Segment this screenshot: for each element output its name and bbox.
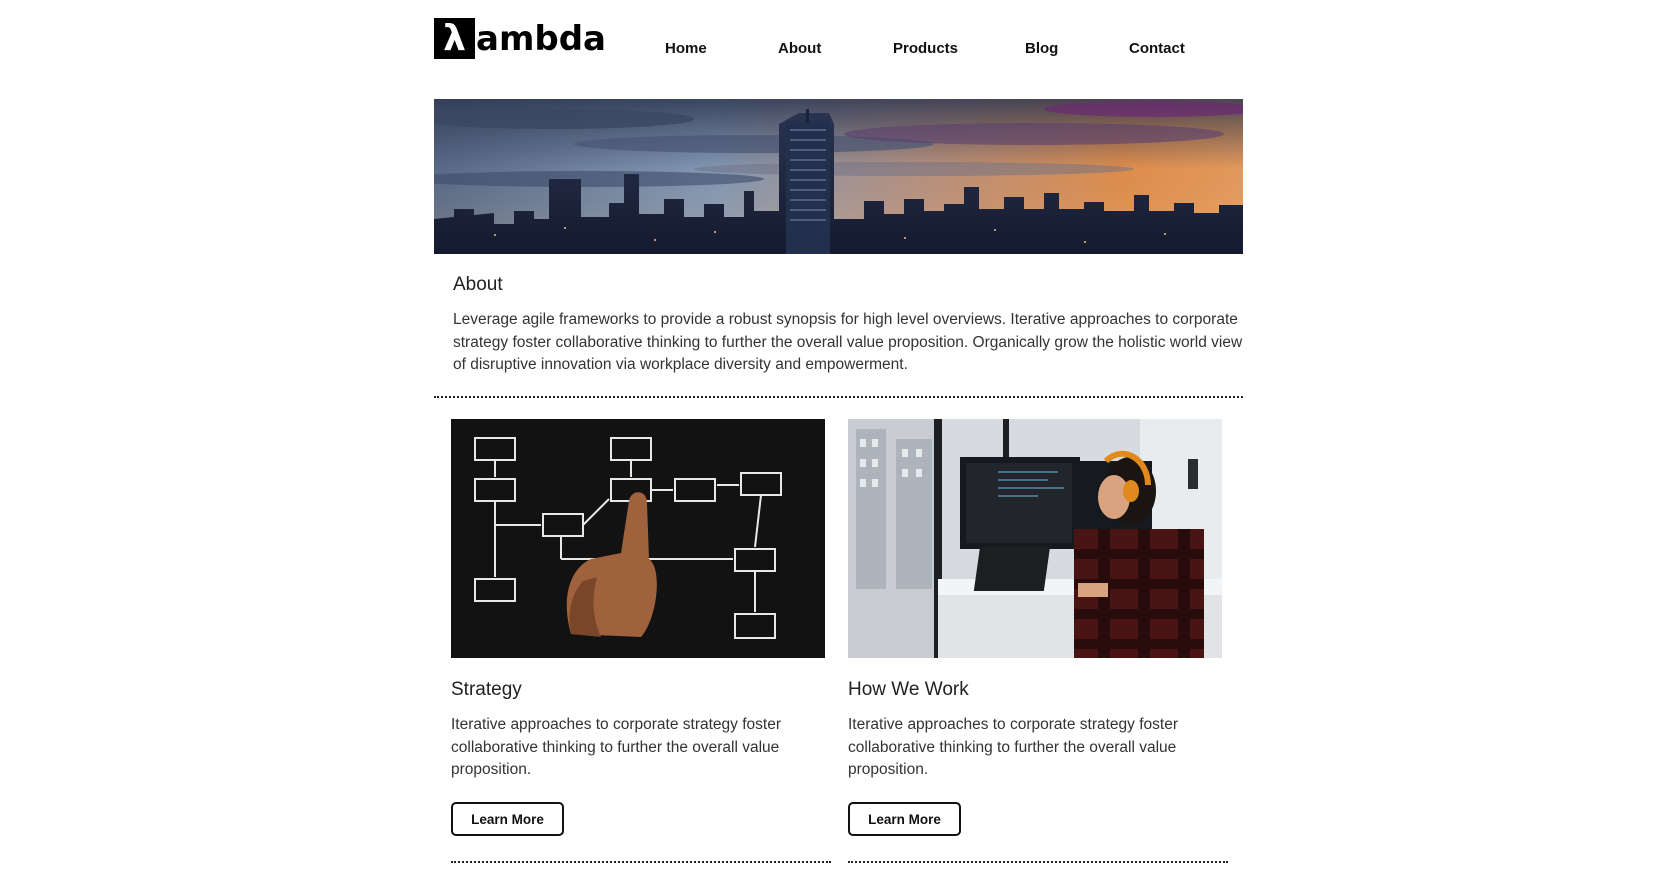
nav-item-blog[interactable]: Blog xyxy=(1025,40,1058,57)
brand-logo[interactable]: λ ambda xyxy=(434,18,606,59)
brand-name: ambda xyxy=(476,18,606,59)
hero-city-skyline-image xyxy=(434,99,1243,254)
section-divider xyxy=(434,396,1243,398)
card-text-strategy: Iterative approaches to corporate strate… xyxy=(451,716,781,778)
about-text: Leverage agile frameworks to provide a r… xyxy=(453,311,1243,373)
nav-item-home[interactable]: Home xyxy=(665,40,707,57)
flowchart-image xyxy=(451,419,825,658)
page: λ ambda Home About Products Blog Contact xyxy=(0,0,1655,870)
card-title-strategy: Strategy xyxy=(451,679,522,700)
learn-more-strategy-button[interactable]: Learn More xyxy=(451,802,564,836)
about-heading: About xyxy=(453,274,503,295)
nav-item-products[interactable]: Products xyxy=(893,40,958,57)
nav-item-about[interactable]: About xyxy=(778,40,821,57)
card-text-how-we-work: Iterative approaches to corporate strate… xyxy=(848,716,1178,778)
lambda-logo-icon: λ xyxy=(434,18,475,59)
card-divider xyxy=(451,861,831,863)
developer-at-desk-image xyxy=(848,419,1222,658)
nav-item-contact[interactable]: Contact xyxy=(1129,40,1185,57)
card-divider xyxy=(848,861,1228,863)
card-title-how-we-work: How We Work xyxy=(848,679,969,700)
learn-more-how-we-work-button[interactable]: Learn More xyxy=(848,802,961,836)
